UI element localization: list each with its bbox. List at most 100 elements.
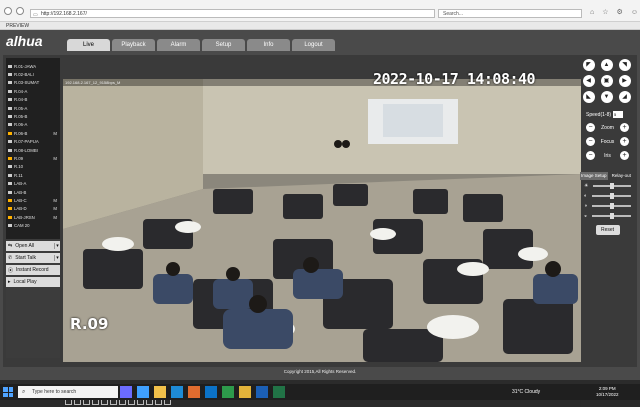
app-icon[interactable] bbox=[188, 386, 200, 398]
reset-button[interactable]: Reset bbox=[595, 225, 620, 235]
forward-icon[interactable] bbox=[16, 7, 24, 15]
phone-icon: ✆ bbox=[8, 255, 13, 261]
ptz-up-icon[interactable]: ▲ bbox=[600, 59, 613, 71]
chevron-down-icon[interactable]: ▾ bbox=[54, 255, 60, 261]
address-bar[interactable]: ▭ http://192.168.2.167/ bbox=[30, 9, 435, 18]
folder-icon bbox=[8, 106, 12, 110]
ptz-up-right-icon[interactable]: ◥ bbox=[618, 59, 631, 71]
contrast-icon: ◐ bbox=[584, 193, 588, 199]
app-icon[interactable] bbox=[137, 386, 149, 398]
channel-item[interactable]: LAB-JRSN M bbox=[6, 213, 60, 221]
contrast-slider[interactable]: ◐ bbox=[580, 192, 635, 200]
weather-widget[interactable]: 31°C Cloudy bbox=[512, 386, 540, 398]
channel-item[interactable]: R.03-SUMAT bbox=[6, 79, 60, 87]
gear-icon[interactable]: ⚙ bbox=[617, 8, 623, 18]
zoom-out-button[interactable]: − bbox=[586, 123, 595, 132]
focus-out-button[interactable]: − bbox=[586, 137, 595, 146]
mail-icon[interactable] bbox=[171, 386, 183, 398]
channel-item[interactable]: R.04-B bbox=[6, 96, 60, 104]
folder-icon bbox=[8, 89, 12, 93]
channel-item[interactable]: R.10 bbox=[6, 163, 60, 171]
ptz-down-right-icon[interactable]: ◢ bbox=[618, 91, 631, 103]
brightness-slider[interactable]: ☀ bbox=[580, 182, 635, 190]
channel-item[interactable]: R.02-BALI bbox=[6, 70, 60, 78]
speed-select[interactable]: 5 bbox=[613, 111, 624, 118]
tab-logout[interactable]: Logout bbox=[292, 39, 335, 51]
channel-item[interactable]: CAM 20 bbox=[6, 221, 60, 229]
saturation-icon: ◑ bbox=[584, 203, 588, 209]
tab-alarm[interactable]: Alarm bbox=[157, 39, 200, 51]
back-icon[interactable] bbox=[4, 7, 12, 15]
ptz-up-left-icon[interactable]: ◤ bbox=[582, 59, 595, 71]
folder-icon bbox=[8, 115, 12, 119]
star-icon[interactable]: ☆ bbox=[602, 8, 608, 18]
channel-item[interactable]: R.09 M bbox=[6, 154, 60, 162]
classroom-scene-image bbox=[63, 79, 581, 362]
tab-info[interactable]: Info bbox=[247, 39, 290, 51]
open-all-button[interactable]: ⇆ Open All ▾ bbox=[6, 241, 60, 251]
taskbar-search-input[interactable]: ⌕ Type here to search bbox=[18, 386, 118, 398]
channel-item[interactable]: R.06-B M bbox=[6, 129, 60, 137]
smiley-icon[interactable]: ☺ bbox=[631, 8, 638, 18]
channel-item[interactable]: R.05-B bbox=[6, 112, 60, 120]
ptz-center-icon[interactable]: ▣ bbox=[600, 75, 613, 87]
app-icon[interactable] bbox=[222, 386, 234, 398]
tab-live[interactable]: Live bbox=[67, 39, 110, 51]
iris-open-button[interactable]: + bbox=[619, 151, 629, 160]
local-play-button[interactable]: ▸ Local Play bbox=[6, 277, 60, 287]
focus-in-button[interactable]: + bbox=[620, 137, 629, 146]
channel-list: R.01-JAWA R.02-BALI R.03-SUMAT R.04-A R.… bbox=[6, 58, 60, 239]
channel-item[interactable]: R.04-A bbox=[6, 87, 60, 95]
browser-tab[interactable]: PREVIEW bbox=[0, 22, 640, 30]
image-setup-panel: Image Setup Relay-out ☀ ◐ ◑ ◒ Reset bbox=[580, 172, 635, 242]
home-icon[interactable]: ⌂ bbox=[590, 8, 594, 18]
channel-item[interactable]: R.05-A bbox=[6, 104, 60, 112]
channel-item[interactable]: R.08-LOMBI bbox=[6, 146, 60, 154]
folder-icon bbox=[8, 131, 12, 135]
channel-item[interactable]: R.01-JAWA bbox=[6, 62, 60, 70]
tab-image-setup[interactable]: Image Setup bbox=[580, 172, 608, 180]
folder-icon bbox=[8, 165, 12, 169]
tab-playback[interactable]: Playback bbox=[112, 39, 155, 51]
tab-setup[interactable]: Setup bbox=[202, 39, 245, 51]
task-view-icon[interactable] bbox=[120, 386, 132, 398]
folder-icon bbox=[8, 224, 12, 228]
channel-item[interactable]: LAB-B bbox=[6, 188, 60, 196]
iris-close-button[interactable]: − bbox=[586, 151, 595, 160]
browser-search-placeholder: Search... bbox=[443, 11, 464, 17]
saturation-slider[interactable]: ◑ bbox=[580, 202, 635, 210]
file-explorer-icon[interactable] bbox=[154, 386, 166, 398]
channel-item[interactable]: R.07-PAPUA bbox=[6, 138, 60, 146]
live-video-feed[interactable] bbox=[63, 79, 581, 362]
ptz-left-icon[interactable]: ◀ bbox=[582, 75, 595, 87]
excel-icon[interactable] bbox=[273, 386, 285, 398]
iris-row: − Iris + bbox=[580, 151, 635, 160]
channel-item[interactable]: LAB-C M bbox=[6, 196, 60, 204]
ptz-down-icon[interactable]: ▼ bbox=[600, 91, 613, 103]
channel-item[interactable]: R.11 bbox=[6, 171, 60, 179]
brand-logo: alhua bbox=[6, 33, 43, 49]
chrome-icon[interactable] bbox=[239, 386, 251, 398]
edge-icon[interactable] bbox=[205, 386, 217, 398]
channel-item[interactable]: LAB-D M bbox=[6, 205, 60, 213]
folder-icon bbox=[8, 190, 12, 194]
start-talk-button[interactable]: ✆ Start Talk ▾ bbox=[6, 253, 60, 263]
ptz-right-icon[interactable]: ▶ bbox=[618, 75, 631, 87]
folder-icon bbox=[8, 123, 12, 127]
zoom-in-button[interactable]: + bbox=[620, 123, 629, 132]
app-icon[interactable] bbox=[256, 386, 268, 398]
tab-relay-out[interactable]: Relay-out bbox=[608, 172, 636, 180]
chevron-down-icon[interactable]: ▾ bbox=[54, 243, 60, 249]
windows-start-icon[interactable] bbox=[3, 387, 13, 397]
channel-item[interactable]: R.06-A bbox=[6, 121, 60, 129]
channel-item[interactable]: LAB-A bbox=[6, 179, 60, 187]
hue-slider[interactable]: ◒ bbox=[580, 212, 635, 220]
page-icon: ▭ bbox=[33, 12, 38, 18]
instant-record-button[interactable]: ⦿ Instant Record bbox=[6, 265, 60, 275]
folder-icon bbox=[8, 182, 12, 186]
ptz-down-left-icon[interactable]: ◣ bbox=[582, 91, 595, 103]
clock[interactable]: 2:09 PM 10/17/2022 bbox=[596, 386, 619, 398]
folder-icon bbox=[8, 215, 12, 219]
browser-search-input[interactable]: Search... bbox=[438, 9, 582, 18]
play-icon: ▸ bbox=[8, 279, 11, 285]
